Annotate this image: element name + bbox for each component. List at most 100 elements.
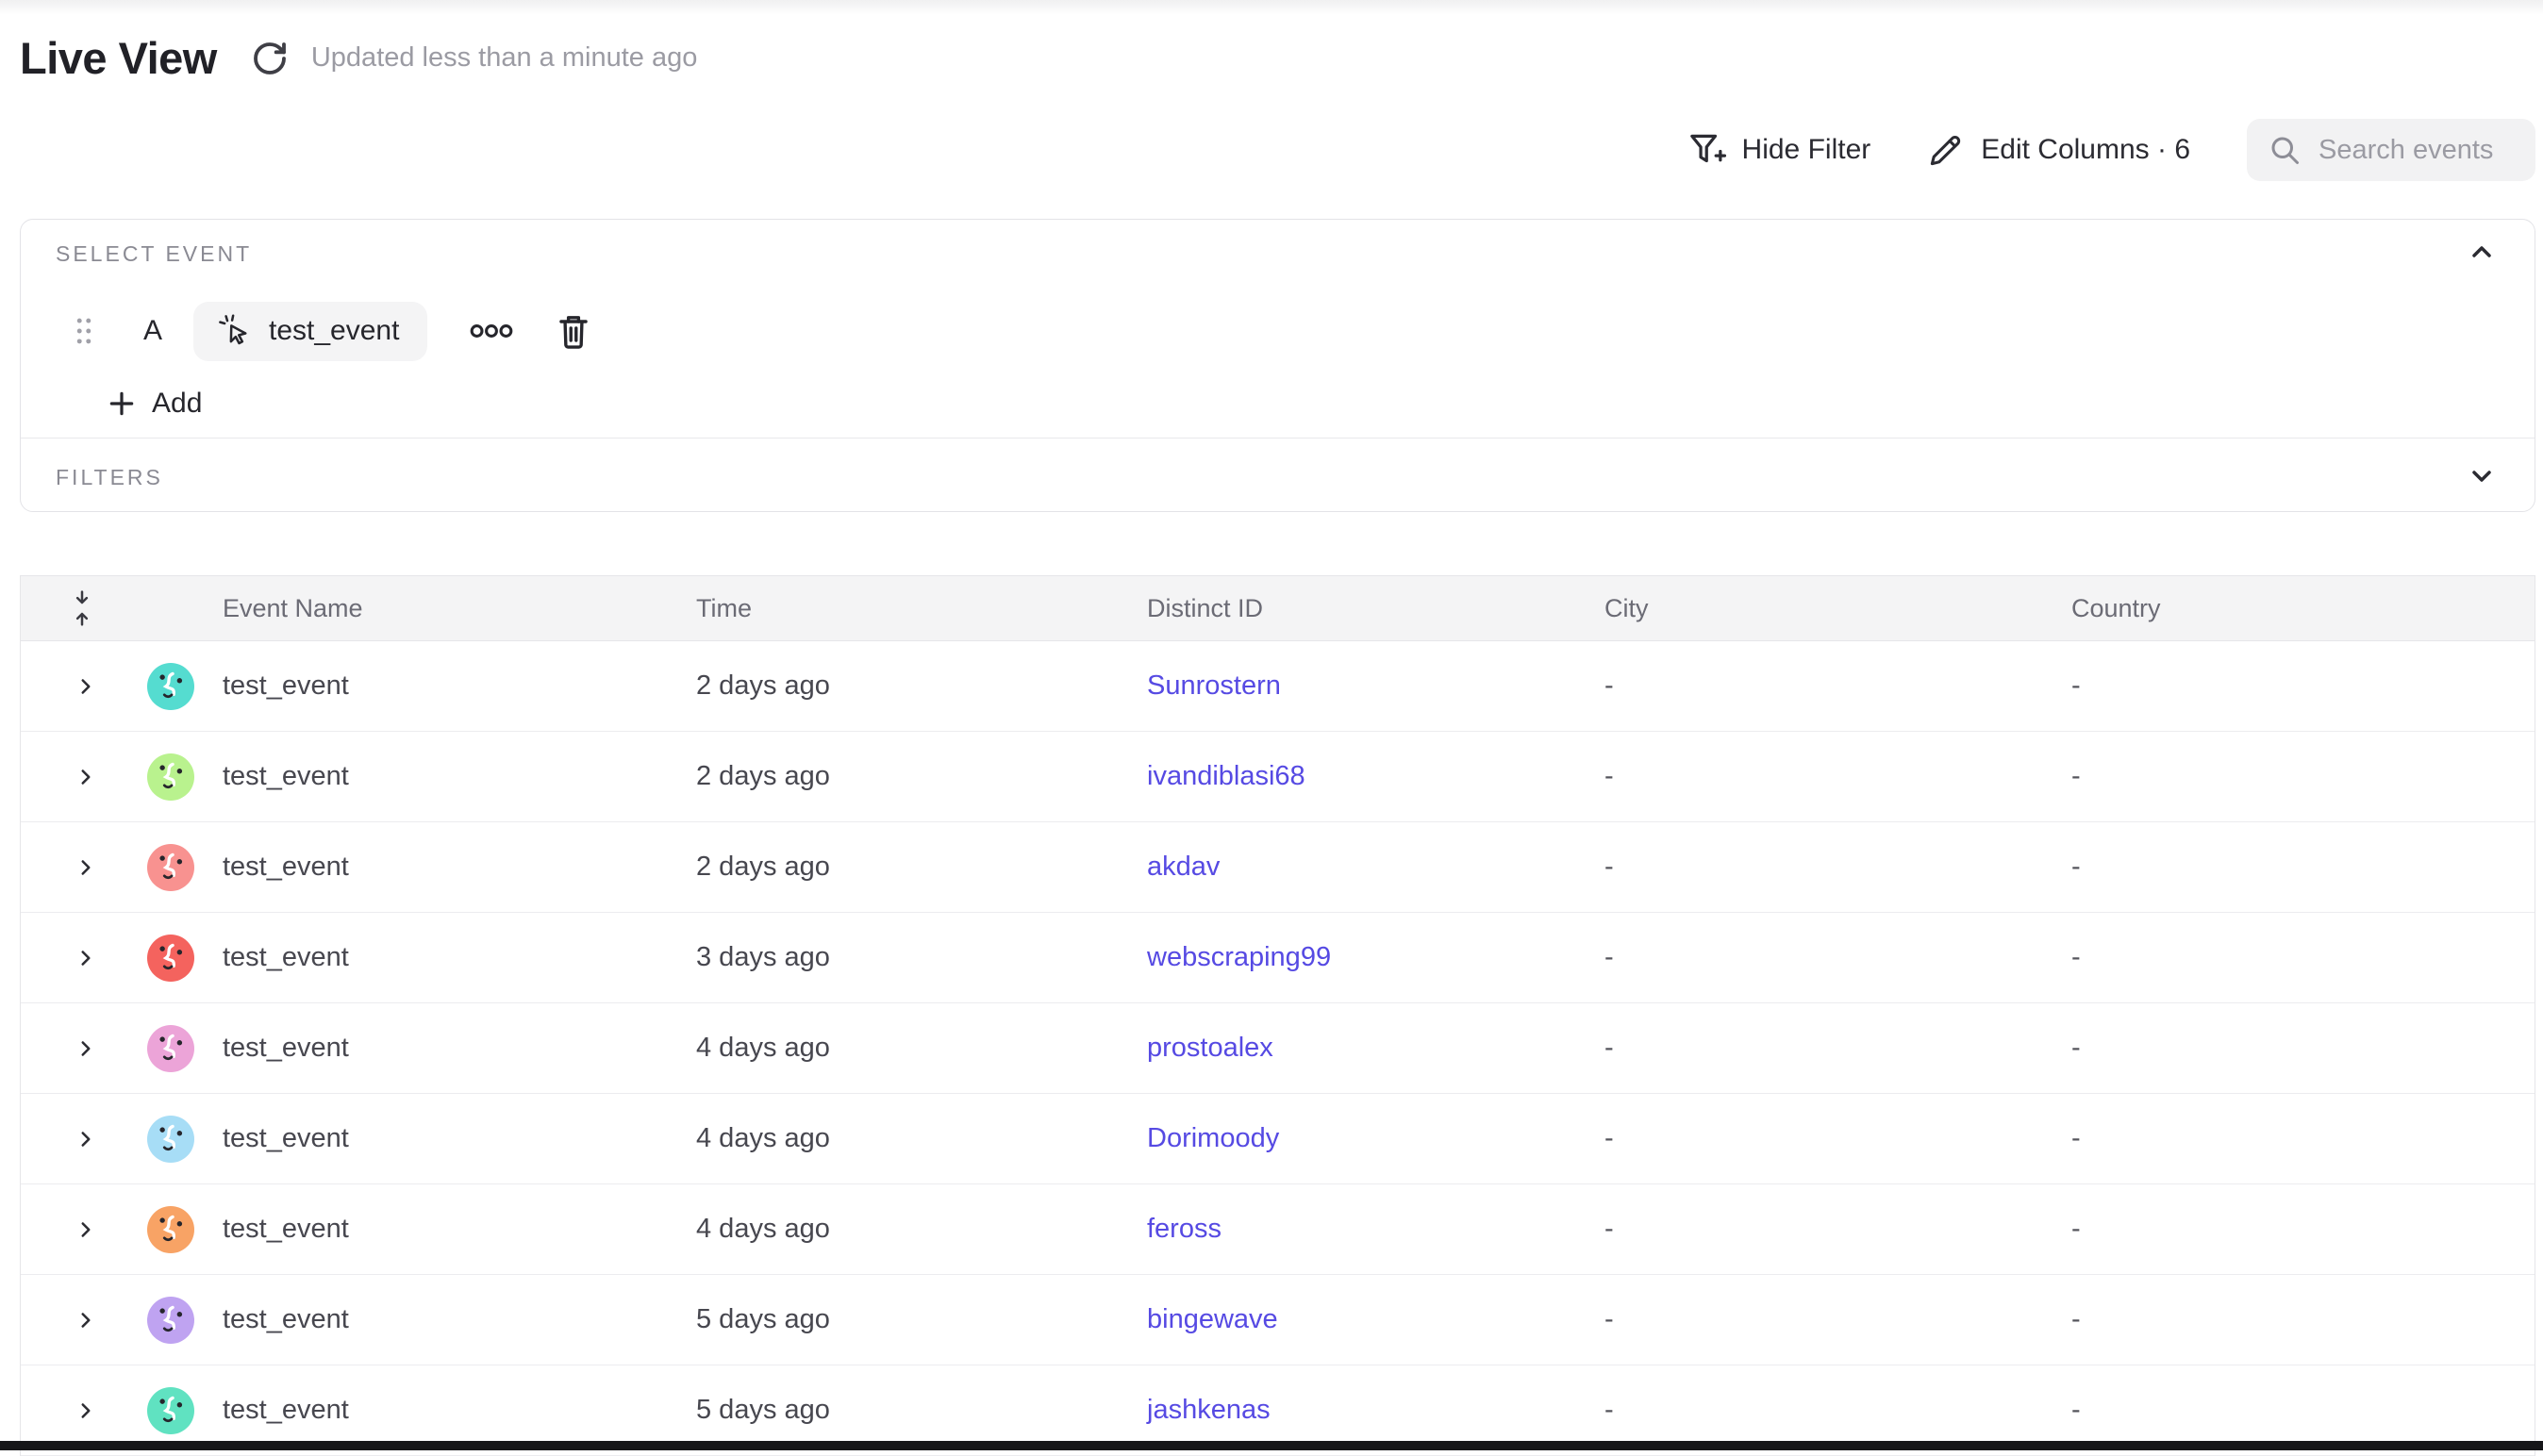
event-name-cell: test_event xyxy=(206,1123,696,1154)
distinct-id-link[interactable]: ivandiblasi68 xyxy=(1147,761,1305,791)
chevron-right-icon xyxy=(74,765,98,789)
country-cell: - xyxy=(2071,852,2535,883)
distinct-id-link[interactable]: Dorimoody xyxy=(1147,1123,1279,1153)
select-event-section-label: SELECT EVENT xyxy=(56,241,252,267)
table-row: test_event 2 days ago ivandiblasi68 - - xyxy=(21,732,2535,822)
distinct-id-link[interactable]: jashkenas xyxy=(1147,1395,1271,1425)
time-cell: 3 days ago xyxy=(696,942,1147,973)
user-avatar xyxy=(147,753,194,801)
table-row: test_event 4 days ago feross - - xyxy=(21,1184,2535,1275)
distinct-id-link[interactable]: prostoalex xyxy=(1147,1033,1273,1063)
refresh-icon xyxy=(251,40,289,77)
city-cell: - xyxy=(1604,761,2071,792)
distinct-id-link[interactable]: feross xyxy=(1147,1214,1222,1244)
filters-section[interactable]: FILTERS xyxy=(21,438,2535,512)
page-header: Live View Updated less than a minute ago xyxy=(20,32,697,84)
event-name-cell: test_event xyxy=(206,1214,696,1245)
expand-row-button[interactable] xyxy=(74,1127,98,1151)
event-name-cell: test_event xyxy=(206,1033,696,1064)
user-avatar xyxy=(147,1025,194,1072)
delete-event-button[interactable] xyxy=(556,312,591,350)
trash-icon xyxy=(556,312,591,350)
table-row: test_event 2 days ago akdav - - xyxy=(21,822,2535,913)
time-cell: 2 days ago xyxy=(696,761,1147,792)
chevron-right-icon xyxy=(74,1398,98,1423)
country-cell: - xyxy=(2071,1214,2535,1245)
distinct-id-link[interactable]: akdav xyxy=(1147,852,1220,882)
country-cell: - xyxy=(2071,1395,2535,1426)
collapse-vertical-icon xyxy=(70,588,94,628)
hide-filter-button[interactable]: Hide Filter xyxy=(1688,131,1871,169)
search-icon xyxy=(2268,133,2302,167)
drag-handle-icon[interactable] xyxy=(75,317,93,345)
pencil-icon xyxy=(1927,131,1965,169)
expand-row-button[interactable] xyxy=(74,855,98,880)
expand-row-button[interactable] xyxy=(74,1398,98,1423)
add-event-label: Add xyxy=(152,388,202,420)
plus-icon xyxy=(107,389,137,419)
time-cell: 4 days ago xyxy=(696,1123,1147,1154)
time-cell: 4 days ago xyxy=(696,1033,1147,1064)
city-cell: - xyxy=(1604,1123,2071,1154)
collapse-select-event-button[interactable] xyxy=(2467,237,2497,270)
event-name-cell: test_event xyxy=(206,852,696,883)
event-name-cell: test_event xyxy=(206,1395,696,1426)
toolbar: Hide Filter Edit Columns · 6 xyxy=(1688,119,2535,181)
expand-row-button[interactable] xyxy=(74,1036,98,1061)
city-cell: - xyxy=(1604,942,2071,973)
collapse-rows-button[interactable] xyxy=(70,588,94,628)
cursor-click-icon xyxy=(216,312,254,350)
country-cell: - xyxy=(2071,670,2535,702)
col-header-distinct-id: Distinct ID xyxy=(1147,594,1604,623)
country-cell: - xyxy=(2071,761,2535,792)
expand-row-button[interactable] xyxy=(74,946,98,970)
expand-row-button[interactable] xyxy=(74,1308,98,1332)
country-cell: - xyxy=(2071,1304,2535,1335)
chevron-right-icon xyxy=(74,1308,98,1332)
user-avatar xyxy=(147,663,194,710)
expand-row-button[interactable] xyxy=(74,674,98,699)
add-event-button[interactable]: Add xyxy=(107,388,202,420)
distinct-id-link[interactable]: webscraping99 xyxy=(1147,942,1331,972)
user-avatar xyxy=(147,1387,194,1434)
time-cell: 5 days ago xyxy=(696,1395,1147,1426)
chevron-right-icon xyxy=(74,855,98,880)
event-options-button[interactable] xyxy=(469,323,514,339)
time-cell: 5 days ago xyxy=(696,1304,1147,1335)
expand-row-button[interactable] xyxy=(74,1217,98,1242)
expand-filters-button[interactable] xyxy=(2467,461,2497,494)
filter-plus-icon xyxy=(1688,131,1726,169)
chevron-right-icon xyxy=(74,946,98,970)
chevron-right-icon xyxy=(74,674,98,699)
event-select-button[interactable]: test_event xyxy=(193,302,427,361)
dots-menu-icon xyxy=(469,323,514,339)
chevron-right-icon xyxy=(74,1217,98,1242)
search-box xyxy=(2247,119,2535,181)
event-query-row: A test_event xyxy=(75,286,591,376)
time-cell: 2 days ago xyxy=(696,670,1147,702)
distinct-id-link[interactable]: bingewave xyxy=(1147,1304,1278,1334)
filters-section-label: FILTERS xyxy=(56,465,163,490)
user-avatar xyxy=(147,1297,194,1344)
table-row: test_event 2 days ago Sunrostern - - xyxy=(21,641,2535,732)
distinct-id-link[interactable]: Sunrostern xyxy=(1147,670,1281,701)
event-name-cell: test_event xyxy=(206,761,696,792)
event-select-label: test_event xyxy=(269,315,399,347)
col-header-city: City xyxy=(1604,594,2071,623)
edit-columns-button[interactable]: Edit Columns · 6 xyxy=(1927,131,2190,169)
country-cell: - xyxy=(2071,1123,2535,1154)
city-cell: - xyxy=(1604,1304,2071,1335)
user-avatar xyxy=(147,1206,194,1253)
table-header: Event Name Time Distinct ID City Country xyxy=(21,575,2535,641)
table-row: test_event 4 days ago Dorimoody - - xyxy=(21,1094,2535,1184)
col-header-event-name: Event Name xyxy=(206,594,696,623)
event-name-cell: test_event xyxy=(206,1304,696,1335)
country-cell: - xyxy=(2071,942,2535,973)
expand-row-button[interactable] xyxy=(74,765,98,789)
chevron-up-icon xyxy=(2467,237,2497,267)
city-cell: - xyxy=(1604,1214,2071,1245)
refresh-button[interactable] xyxy=(249,38,291,79)
user-avatar xyxy=(147,844,194,891)
chevron-down-icon xyxy=(2467,461,2497,491)
search-input[interactable] xyxy=(2317,134,2515,167)
